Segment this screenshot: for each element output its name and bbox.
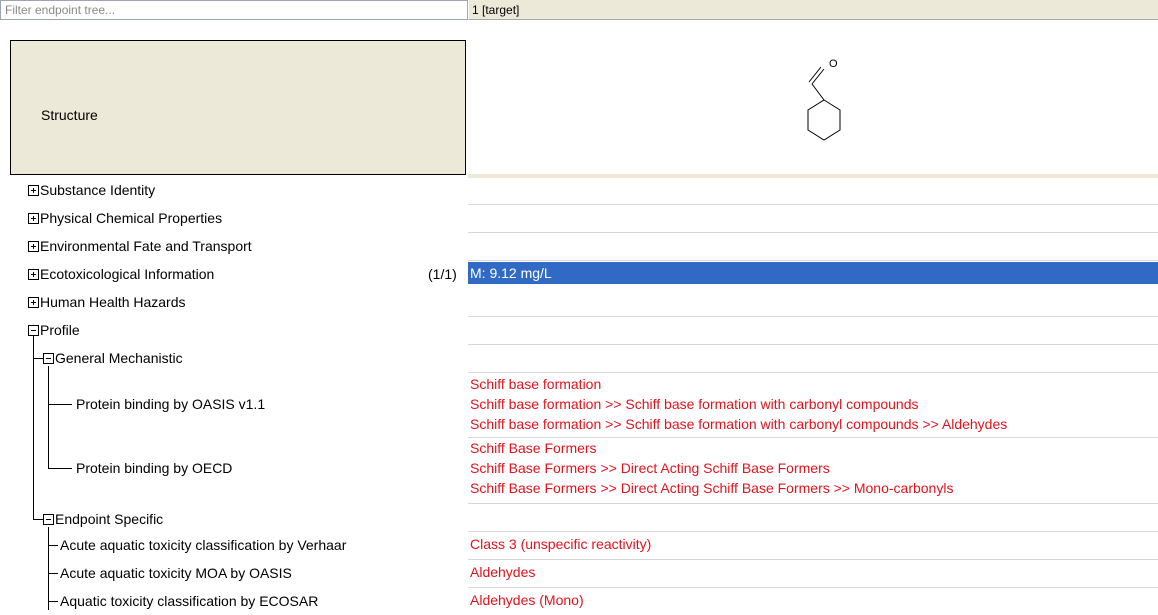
row-divider bbox=[468, 531, 1158, 532]
collapse-icon[interactable] bbox=[43, 514, 54, 525]
filter-endpoint-tree-input[interactable]: Filter endpoint tree... bbox=[0, 0, 468, 20]
tree-node-general-mechanistic[interactable]: General Mechanistic bbox=[43, 344, 183, 372]
expand-icon[interactable] bbox=[28, 185, 39, 196]
moa-oasis-value-cell[interactable]: Aldehydes bbox=[470, 563, 535, 582]
tree-connector-line bbox=[48, 601, 58, 602]
tree-node-endpoint-specific[interactable]: Endpoint Specific bbox=[43, 505, 163, 533]
tree-leaf-protein-binding-oecd[interactable]: Protein binding by OECD bbox=[76, 454, 232, 482]
row-divider bbox=[468, 503, 1158, 504]
tree-node-physical-chemical-properties[interactable]: Physical Chemical Properties bbox=[28, 204, 222, 232]
row-divider bbox=[468, 437, 1158, 438]
row-divider bbox=[468, 372, 1158, 373]
target-column-header[interactable]: 1 [target] bbox=[468, 0, 1158, 20]
row-divider bbox=[468, 559, 1158, 560]
row-divider bbox=[468, 232, 1158, 233]
tree-connector-line bbox=[33, 519, 43, 520]
row-divider bbox=[468, 260, 1158, 261]
data-matrix-pane: 1 [target] O M: 9.12 mg/L Schiff base fo… bbox=[468, 0, 1158, 610]
tree-node-human-health-hazards[interactable]: Human Health Hazards bbox=[28, 288, 186, 316]
collapse-icon[interactable] bbox=[28, 325, 39, 336]
tree-connector-line bbox=[48, 468, 72, 469]
row-divider bbox=[468, 174, 1158, 178]
endpoint-tree-pane: Filter endpoint tree... Structure Substa… bbox=[0, 0, 468, 610]
tree-connector-line bbox=[33, 358, 43, 359]
tree-node-substance-identity[interactable]: Substance Identity bbox=[28, 176, 155, 204]
oxygen-atom-label: O bbox=[829, 58, 838, 70]
ecotox-data-count: (1/1) bbox=[428, 266, 457, 282]
row-divider bbox=[468, 587, 1158, 588]
structure-row-header[interactable]: Structure bbox=[10, 40, 466, 175]
tree-leaf-verhaar[interactable]: Acute aquatic toxicity classification by… bbox=[60, 531, 346, 559]
ecosar-value-cell[interactable]: Aldehydes (Mono) bbox=[470, 591, 584, 610]
structure-label: Structure bbox=[41, 107, 98, 123]
expand-icon[interactable] bbox=[28, 269, 39, 280]
tree-node-ecotoxicological-information[interactable]: Ecotoxicological Information bbox=[28, 260, 214, 288]
verhaar-value-cell[interactable]: Class 3 (unspecific reactivity) bbox=[470, 535, 651, 554]
collapse-icon[interactable] bbox=[43, 353, 54, 364]
structure-cell[interactable]: O bbox=[468, 22, 1158, 174]
tree-connector-line bbox=[48, 573, 58, 574]
row-divider bbox=[468, 344, 1158, 345]
ecotox-value-cell[interactable]: M: 9.12 mg/L bbox=[468, 262, 1158, 284]
tree-leaf-protein-binding-oasis[interactable]: Protein binding by OASIS v1.1 bbox=[76, 390, 265, 418]
tree-connector-line bbox=[48, 404, 72, 405]
tree-node-environmental-fate[interactable]: Environmental Fate and Transport bbox=[28, 232, 252, 260]
tree-leaf-moa-oasis[interactable]: Acute aquatic toxicity MOA by OASIS bbox=[60, 559, 292, 587]
tree-connector-line bbox=[33, 336, 34, 520]
tree-connector-line bbox=[48, 527, 49, 610]
expand-icon[interactable] bbox=[28, 213, 39, 224]
tree-connector-line bbox=[48, 366, 49, 468]
expand-icon[interactable] bbox=[28, 297, 39, 308]
expand-icon[interactable] bbox=[28, 241, 39, 252]
row-divider bbox=[468, 316, 1158, 317]
tree-connector-line bbox=[48, 545, 58, 546]
tree-node-profile[interactable]: Profile bbox=[28, 316, 80, 344]
chemical-structure-drawing: O bbox=[807, 58, 841, 141]
row-divider bbox=[468, 204, 1158, 205]
tree-leaf-ecosar[interactable]: Aquatic toxicity classification by ECOSA… bbox=[60, 587, 318, 615]
